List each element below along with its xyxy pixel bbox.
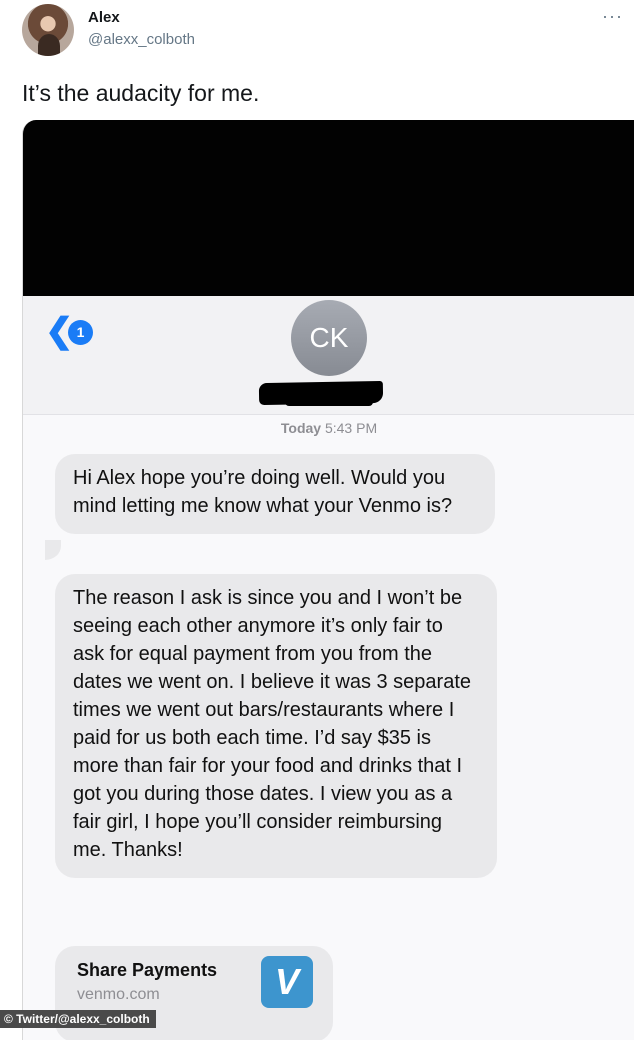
author-name[interactable]: Alex (88, 9, 120, 26)
timestamp-day: Today (280, 420, 322, 436)
more-options-icon[interactable]: ··· (602, 6, 623, 27)
author-handle[interactable]: @alexx_colboth (88, 31, 195, 48)
unread-count-badge: 1 (68, 320, 93, 345)
link-preview-title: Share Payments (77, 960, 218, 980)
link-preview-domain: venmo.com (77, 986, 160, 1003)
venmo-logo-icon: V (261, 956, 313, 1008)
image-credit: © Twitter/@alexx_colboth (0, 1010, 156, 1028)
message-bubble[interactable]: Hi Alex hope you’re doing well. Would yo… (55, 454, 495, 534)
bubble-tail (45, 540, 61, 560)
message-timestamp: Today 5:43 PM (23, 420, 634, 436)
cropped-black-area (23, 120, 634, 296)
contact-avatar[interactable]: CK (291, 300, 367, 376)
redacted-contact-name-scribble (285, 396, 373, 406)
bubble-tail-mask (31, 540, 45, 562)
tweet-media-screenshot[interactable]: ❮ 1 CK Today 5:43 PM Hi Alex hope you’re… (22, 120, 634, 1040)
author-avatar[interactable] (22, 4, 74, 56)
back-button[interactable]: ❮ 1 (45, 314, 105, 348)
tweet-text: It’s the audacity for me. (22, 80, 260, 106)
timestamp-time: 5:43 PM (324, 420, 378, 436)
message-bubble[interactable]: The reason I ask is since you and I won’… (55, 574, 497, 878)
